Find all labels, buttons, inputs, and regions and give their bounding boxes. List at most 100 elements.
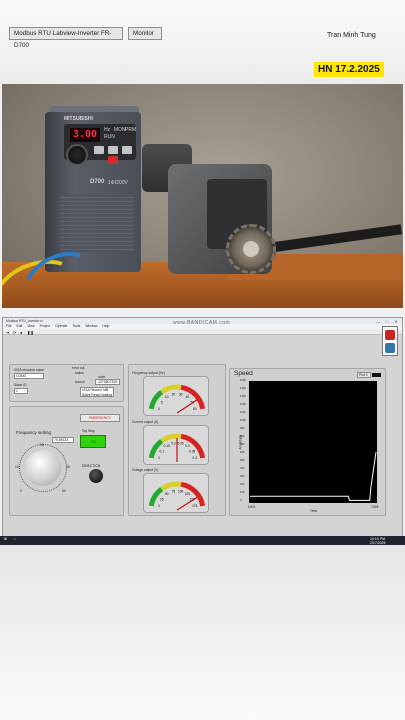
gauge-dial: 0255075 100125150175 bbox=[148, 481, 206, 511]
gauge-tick: 0.2 bbox=[171, 441, 176, 445]
sprocket-icon bbox=[226, 224, 276, 274]
gauge: 0 25 50 75 100 125 150 175 bbox=[143, 473, 209, 513]
tab-title[interactable]: Modbus RTU Labview-Inverter FR-D700 bbox=[9, 27, 123, 49]
run-arrow-icon[interactable]: ➔ bbox=[6, 330, 9, 335]
inverter-button bbox=[94, 146, 104, 154]
gauge-tick: 0 bbox=[158, 407, 160, 411]
gauge-tick: 0 bbox=[158, 456, 160, 460]
inverter-warning-text bbox=[60, 194, 134, 252]
slave-label: Slave ID bbox=[14, 383, 27, 387]
inverter-voltage: 1ΦI200V bbox=[108, 180, 128, 186]
inverter-display: 3.00 bbox=[70, 128, 100, 142]
tab-monitor[interactable]: Monitor bbox=[128, 27, 162, 40]
slave-field[interactable]: 1 bbox=[14, 388, 28, 394]
gauge-tick: 5 bbox=[161, 400, 163, 404]
gauge: 05102030405060 bbox=[143, 376, 209, 416]
plot-legend: Plot 0 bbox=[357, 372, 371, 378]
hardware-photo: MITSUBISHI 3.00 Hz MON PRM RUN D700 1ΦI2… bbox=[2, 84, 403, 308]
speed-plot bbox=[249, 381, 377, 503]
gauge-tick: 30 bbox=[179, 392, 183, 396]
resource-select[interactable]: COM3 bbox=[14, 373, 44, 379]
x-end-label: 7028 bbox=[371, 505, 379, 509]
gauge-dial: 05102030405060 bbox=[148, 384, 206, 414]
gauge-tick: 25 bbox=[160, 497, 164, 501]
pause-icon[interactable]: ❚❚ bbox=[27, 330, 34, 335]
gauge-label: Frequency output (Hz) bbox=[132, 371, 165, 375]
author-name: Tran Minh Tung bbox=[327, 32, 376, 39]
gauge-dial: 00.10.150.2 0.250.30.35 0.4 bbox=[148, 433, 206, 462]
y-tick-label: 1500 bbox=[240, 379, 246, 382]
run-continuous-icon[interactable]: ⟳ bbox=[13, 330, 16, 335]
inverter-button bbox=[122, 146, 132, 154]
gauge-tick: 10 bbox=[165, 395, 169, 399]
search-icon[interactable]: ⌕ bbox=[14, 537, 16, 541]
y-tick-label: 1100 bbox=[240, 411, 246, 414]
resource-label: VISA resource name bbox=[14, 368, 45, 372]
window-title: Modbus RTU_Inverter.vi bbox=[6, 319, 43, 323]
inverter-brand: MITSUBISHI bbox=[64, 116, 93, 122]
inverter-model: D700 bbox=[90, 179, 105, 185]
direction-label: DIRECTION bbox=[82, 464, 101, 468]
y-tick-label: 500 bbox=[240, 459, 245, 462]
inverter-dial-icon bbox=[66, 144, 88, 166]
emergency-button[interactable]: EMERGENCY bbox=[80, 414, 120, 422]
gauge-tick: 0 bbox=[158, 504, 160, 508]
x-axis-label: Time bbox=[310, 509, 318, 513]
knob-tick-min: 0 bbox=[20, 489, 22, 493]
gauge-tick: 100 bbox=[178, 489, 184, 493]
gauge-tick: 175 bbox=[192, 504, 198, 508]
gauge-arc bbox=[160, 433, 182, 444]
x-start-label: 5403 bbox=[248, 505, 256, 509]
frequency-knob[interactable] bbox=[25, 450, 61, 486]
gauge-tick: 60 bbox=[193, 407, 197, 411]
gauge-arc bbox=[160, 481, 182, 492]
date-badge: HN 17.2.2025 bbox=[314, 62, 384, 77]
gauge-tick: 125 bbox=[185, 492, 191, 496]
abort-icon[interactable]: ● bbox=[20, 330, 22, 335]
gauge-arc bbox=[160, 384, 182, 395]
y-tick-label: 400 bbox=[240, 467, 245, 470]
gauge-label: Voltage output (V) bbox=[132, 468, 159, 472]
speed-plot-svg bbox=[250, 452, 377, 501]
source-field: VISA Read in MB Slave Read Holding bbox=[80, 387, 114, 397]
plot-legend-swatch bbox=[372, 373, 381, 377]
y-tick-label: 1000 bbox=[240, 419, 246, 422]
inverter-label-mon: MON bbox=[114, 127, 126, 133]
frequency-value[interactable]: 75.89123 bbox=[52, 437, 74, 443]
gauge-label: Current output (A) bbox=[132, 420, 159, 424]
gauge-tick: 0.1 bbox=[160, 449, 165, 453]
gauge: 0 0.1 0.15 0.2 0.25 0.3 0.35 0.4 bbox=[143, 425, 209, 465]
y-tick-label: 1200 bbox=[240, 403, 246, 406]
frequency-setting-label: Frequency setting bbox=[16, 430, 51, 435]
run-toggle[interactable]: ON bbox=[80, 435, 106, 448]
speed-series-line bbox=[250, 452, 377, 501]
toolbar: ➔ ⟳ ● ❚❚ bbox=[3, 329, 402, 335]
y-tick-label: 1300 bbox=[240, 395, 246, 398]
y-tick-label: 0 bbox=[240, 499, 242, 502]
inverter-label-run: RUN bbox=[104, 134, 115, 140]
connector-pane-icon bbox=[382, 326, 398, 356]
y-tick-label: 300 bbox=[240, 475, 245, 478]
gauge-tick: 0.3 bbox=[185, 444, 190, 448]
windows-start-icon[interactable]: ⊞ bbox=[4, 537, 7, 541]
y-tick-label: 800 bbox=[240, 435, 245, 438]
y-tick-label: 700 bbox=[240, 443, 245, 446]
gauge-tick: 75 bbox=[172, 489, 176, 493]
y-tick-label: 100 bbox=[240, 491, 245, 494]
y-tick-label: 200 bbox=[240, 483, 245, 486]
y-tick-label: 900 bbox=[240, 427, 245, 430]
knob-tick: 40 bbox=[66, 465, 70, 469]
gauge-arc bbox=[180, 384, 206, 410]
inverter-label-prm: PRM bbox=[125, 127, 137, 133]
windows-taskbar: ⊞ ⌕ 10:13 PM 2/17/2025 bbox=[0, 536, 405, 545]
error-label: error out bbox=[72, 366, 85, 370]
gauge-tick: 0.15 bbox=[164, 444, 170, 448]
y-tick-label: 1400 bbox=[240, 387, 246, 390]
gauge-tick: 40 bbox=[185, 395, 189, 399]
bottom-blur-area bbox=[0, 545, 405, 720]
inverter-label-hz: Hz bbox=[104, 127, 111, 133]
source-label: source bbox=[75, 380, 85, 384]
inverter-stop-button bbox=[108, 156, 118, 164]
knob-tick-max: 50 bbox=[62, 489, 66, 493]
direction-knob[interactable] bbox=[89, 469, 103, 483]
